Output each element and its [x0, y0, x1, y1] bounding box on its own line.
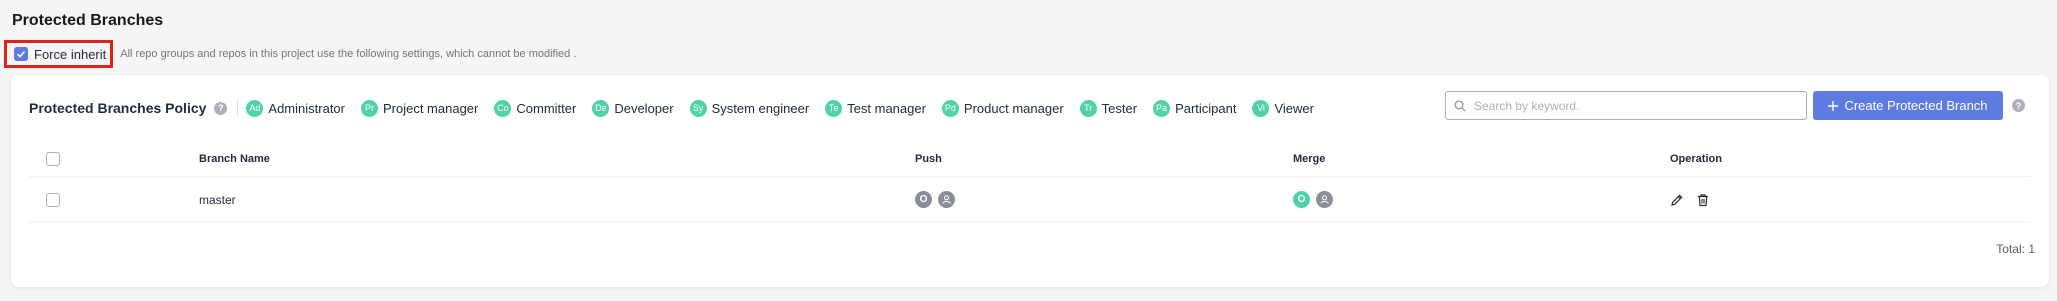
branches-table: Branch Name Push Merge Operation master …: [29, 141, 2031, 223]
role-legend-item: Ad Administrator: [246, 99, 345, 117]
merge-owner-avatar: O: [1293, 191, 1310, 208]
role-badge: Te: [825, 99, 843, 117]
force-inherit-label: Force inherit: [34, 46, 107, 62]
role-badge: Tr: [1079, 99, 1097, 117]
role-legend-item: Vi Viewer: [1252, 99, 1314, 117]
role-label: Administrator: [268, 100, 345, 116]
role-legend-item: Te Test manager: [825, 99, 926, 117]
role-badge: Co: [494, 99, 512, 117]
row-operations: [1670, 193, 2031, 207]
role-legend-item: De Developer: [592, 99, 674, 117]
role-legend-item: Tr Tester: [1079, 99, 1138, 117]
role-legend-item: Co Committer: [494, 99, 577, 117]
role-legend-item: Sy System engineer: [689, 99, 810, 117]
role-label: System engineer: [711, 100, 810, 116]
policy-card: Protected Branches Policy ? Ad Administra…: [11, 75, 2049, 287]
role-label: Participant: [1175, 100, 1237, 116]
user-icon: [938, 191, 955, 208]
user-icon: [1316, 191, 1333, 208]
role-badge: Pa: [1153, 99, 1171, 117]
branch-name: master: [199, 192, 236, 207]
role-legend: Ad Administrator Pr Project manager Co Commit…: [246, 99, 1330, 117]
policy-title: Protected Branches Policy: [29, 100, 207, 116]
force-inherit-hint: All repo groups and repos in this projec…: [120, 48, 577, 60]
push-owner-avatar: O: [915, 191, 932, 208]
role-label: Committer: [516, 100, 577, 116]
force-inherit-checkbox[interactable]: Force inherit: [4, 40, 114, 68]
role-badge: Pr: [360, 99, 378, 117]
push-permissions: O: [915, 191, 1293, 208]
divider: [237, 99, 239, 117]
select-all-checkbox[interactable]: [46, 151, 60, 166]
create-protected-branch-button[interactable]: Create Protected Branch: [1813, 91, 2003, 120]
page-title: Protected Branches: [12, 12, 164, 29]
search-input[interactable]: [1474, 98, 1794, 113]
table-header: Branch Name Push Merge Operation: [29, 141, 2031, 177]
header-push: Push: [915, 152, 942, 165]
header-branch-name[interactable]: Branch Name: [199, 153, 915, 165]
force-inherit-row: Force inherit All repo groups and repos …: [4, 40, 576, 68]
role-label: Project manager: [382, 100, 479, 116]
checkbox-checked-icon[interactable]: [14, 47, 28, 61]
create-help-icon[interactable]: ?: [2012, 99, 2025, 112]
row-checkbox[interactable]: [46, 192, 60, 207]
create-button-label: Create Protected Branch: [1844, 98, 1988, 113]
search-box[interactable]: [1445, 91, 1807, 120]
header-operation: Operation: [1670, 152, 1722, 165]
role-legend-item: Pa Participant: [1153, 99, 1237, 117]
role-badge: Sy: [689, 99, 707, 117]
role-badge: Pd: [941, 99, 959, 117]
role-label: Tester: [1101, 100, 1138, 116]
role-badge: Vi: [1252, 99, 1270, 117]
help-icon[interactable]: ?: [214, 101, 228, 115]
plus-icon: [1828, 100, 1839, 111]
table-row: master O O: [29, 177, 2031, 223]
merge-permissions: O: [1293, 191, 1670, 208]
total-count: Total: 1: [1996, 242, 2035, 256]
search-icon: [1454, 100, 1466, 111]
edit-icon[interactable]: [1670, 193, 1684, 207]
delete-icon[interactable]: [1696, 193, 1710, 207]
header-merge: Merge: [1293, 152, 1326, 165]
role-label: Product manager: [963, 100, 1064, 116]
role-legend-item: Pd Product manager: [941, 99, 1064, 117]
role-label: Test manager: [847, 100, 926, 116]
role-label: Developer: [614, 100, 674, 116]
role-badge: De: [592, 99, 610, 117]
role-badge: Ad: [246, 99, 264, 117]
role-legend-item: Pr Project manager: [360, 99, 479, 117]
role-label: Viewer: [1274, 100, 1314, 116]
